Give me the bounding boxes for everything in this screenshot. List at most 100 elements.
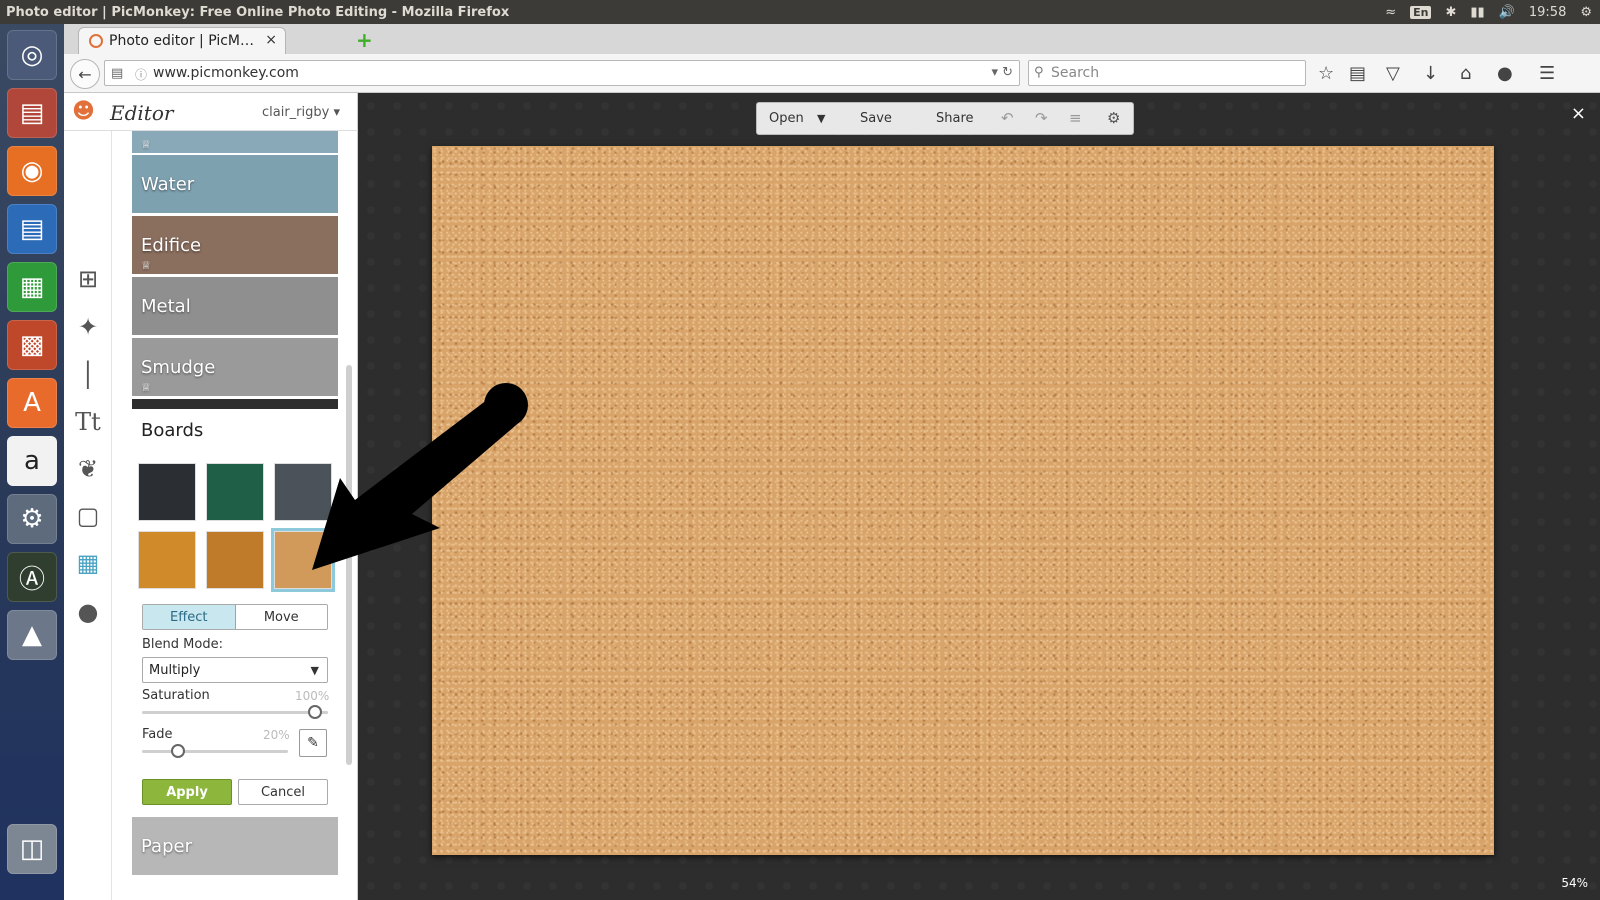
layers-icon[interactable]: ≡	[1069, 109, 1082, 127]
board-swatch-greenboard[interactable]	[206, 463, 264, 521]
system-tray: ≈ En ✱ ▮▮ 🔊 19:58 ⚙	[1385, 0, 1592, 24]
pocket-icon[interactable]: ▽	[1386, 63, 1400, 84]
crop-icon[interactable]: ⊞	[72, 263, 104, 295]
amazon-icon[interactable]: a	[7, 436, 57, 486]
tab-close-icon[interactable]: ×	[265, 32, 277, 48]
texture-metal[interactable]: Metal	[132, 277, 338, 335]
writer-icon[interactable]: ▤	[7, 204, 57, 254]
picmonkey-app: ☻ Editor clair_rigby ▾ ⊞ ✦ │ Tt ❦ ▢ ▦ ● …	[64, 93, 1600, 900]
editor-sidebar: ☻ Editor clair_rigby ▾ ⊞ ✦ │ Tt ❦ ▢ ▦ ● …	[64, 93, 358, 900]
updater-icon[interactable]: Ⓐ	[7, 552, 57, 602]
save-button[interactable]: Save	[860, 111, 892, 126]
username[interactable]: clair_rigby	[262, 105, 329, 120]
texture-icon[interactable]: ▦	[72, 547, 104, 579]
butterfly-overlay-icon[interactable]: ❦	[72, 453, 104, 485]
board-swatch-woodgrain[interactable]	[206, 531, 264, 589]
user-menu[interactable]: clair_rigby ▾	[262, 105, 340, 120]
settings-gear-icon[interactable]: ⚙	[1107, 109, 1120, 127]
reload-icon[interactable]: ▾ ↻	[991, 65, 1013, 80]
browser-tab[interactable]: Photo editor | PicM… ×	[78, 27, 286, 54]
texture-water[interactable]: Water	[132, 155, 338, 213]
touch-up-icon[interactable]: │	[72, 359, 104, 391]
menu-icon[interactable]: ☰	[1539, 63, 1555, 84]
boards-section-title: Boards	[141, 419, 204, 441]
move-tab[interactable]: Move	[236, 605, 328, 629]
search-input[interactable]: ⚲ Search	[1028, 60, 1306, 86]
impress-icon[interactable]: ▩	[7, 320, 57, 370]
apply-button[interactable]: Apply	[142, 779, 232, 805]
bookmark-star-icon[interactable]: ☆	[1318, 63, 1334, 84]
files-icon[interactable]: ▤	[7, 88, 57, 138]
browser-tab-bar: Photo editor | PicM… × +	[64, 24, 1600, 54]
os-top-panel: Photo editor | PicMonkey: Free Online Ph…	[0, 0, 1600, 24]
share-button[interactable]: Share	[936, 111, 974, 126]
ubuntu-dash-icon[interactable]: ◎	[7, 30, 57, 80]
frame-icon[interactable]: ▢	[72, 500, 104, 532]
home-icon[interactable]: ⌂	[1460, 63, 1471, 84]
photo-canvas[interactable]	[432, 146, 1494, 855]
panel-scrollbar[interactable]	[344, 133, 354, 900]
board-swatch-cork[interactable]	[274, 531, 332, 589]
site-info-icon[interactable]: ⓘ	[135, 66, 147, 83]
url-bar[interactable]: ▤ ⓘ www.picmonkey.com ▾ ↻	[104, 60, 1020, 86]
saturation-slider-track[interactable]	[142, 711, 328, 714]
close-editor-icon[interactable]: ×	[1571, 103, 1586, 124]
undo-icon[interactable]: ↶	[1001, 109, 1014, 127]
scrollbar-thumb[interactable]	[346, 365, 352, 765]
fade-slider-knob[interactable]	[171, 744, 186, 758]
calc-icon[interactable]: ▦	[7, 262, 57, 312]
fade-label: Fade	[142, 727, 173, 742]
text-icon[interactable]: Tt	[72, 406, 104, 438]
tab-title: Photo editor | PicM…	[109, 33, 255, 49]
volume-icon[interactable]: 🔊	[1499, 5, 1515, 20]
bluetooth-icon[interactable]: ✱	[1445, 5, 1456, 20]
redo-icon[interactable]: ↷	[1035, 109, 1048, 127]
blend-mode-select[interactable]: Multiply ▼	[142, 657, 328, 683]
chevron-down-icon: ▼	[310, 664, 319, 677]
textures-panel: ♕ Water Edifice ♕ Metal Smudge ♕ Boards Ef…	[132, 131, 340, 900]
back-button[interactable]: ←	[70, 59, 100, 89]
new-tab-button[interactable]: +	[356, 28, 373, 52]
trash-icon[interactable]: ◫	[7, 824, 57, 874]
usb-drive-icon[interactable]: ▲	[7, 610, 57, 660]
clock[interactable]: 19:58	[1529, 5, 1566, 20]
open-chevron-icon[interactable]: ▼	[817, 112, 825, 125]
crown-icon: ♕	[141, 259, 151, 272]
texture-edifice[interactable]: Edifice ♕	[132, 216, 338, 274]
keyboard-layout-indicator[interactable]: En	[1410, 5, 1432, 19]
texture-paper[interactable]: Paper	[132, 817, 338, 875]
texture-label: Paper	[141, 835, 192, 857]
saturation-slider-knob[interactable]	[308, 705, 322, 719]
blend-mode-label: Blend Mode:	[142, 637, 223, 652]
chat-icon[interactable]: ●	[1497, 63, 1513, 84]
settings-gear-icon[interactable]: ⚙	[1580, 5, 1592, 20]
board-swatch-chalk-scribble[interactable]	[274, 463, 332, 521]
editor-toolbar: Open ▼ Save Share ↶ ↷ ≡ ⚙	[756, 102, 1134, 135]
blend-mode-value: Multiply	[149, 662, 201, 678]
picmonkey-logo-icon[interactable]: ☻	[72, 99, 102, 127]
themes-apple-icon[interactable]: ●	[72, 596, 104, 628]
software-center-icon[interactable]: A	[7, 378, 57, 428]
magic-wand-icon[interactable]: ✦	[72, 311, 104, 343]
firefox-icon[interactable]: ◉	[7, 146, 57, 196]
system-settings-icon[interactable]: ⚙	[7, 494, 57, 544]
page-icon: ▤	[111, 66, 124, 81]
texture-smudge[interactable]: Smudge ♕	[132, 338, 338, 396]
editor-workspace: Open ▼ Save Share ↶ ↷ ≡ ⚙ × 54%	[358, 93, 1600, 900]
paintbrush-icon[interactable]: ✎	[299, 729, 327, 757]
effect-tab[interactable]: Effect	[143, 605, 236, 629]
texture-header-strip[interactable]: ♕	[132, 131, 338, 153]
app-header: ☻ Editor clair_rigby ▾	[64, 93, 358, 131]
cancel-button[interactable]: Cancel	[238, 779, 328, 805]
open-button[interactable]: Open	[769, 111, 804, 126]
fade-slider-track[interactable]	[142, 750, 288, 753]
downloads-icon[interactable]: ↓	[1423, 63, 1438, 84]
board-swatch-orange[interactable]	[138, 531, 196, 589]
zoom-level[interactable]: 54%	[1561, 876, 1588, 890]
bookmarks-list-icon[interactable]: ▤	[1349, 63, 1366, 84]
url-text[interactable]: www.picmonkey.com	[153, 65, 299, 81]
ubuntu-launcher: ◎ ▤ ◉ ▤ ▦ ▩ A a ⚙ Ⓐ ▲ ◫	[0, 24, 64, 900]
battery-icon[interactable]: ▮▮	[1470, 5, 1484, 20]
wifi-icon[interactable]: ≈	[1385, 5, 1396, 20]
board-swatch-blackboard[interactable]	[138, 463, 196, 521]
